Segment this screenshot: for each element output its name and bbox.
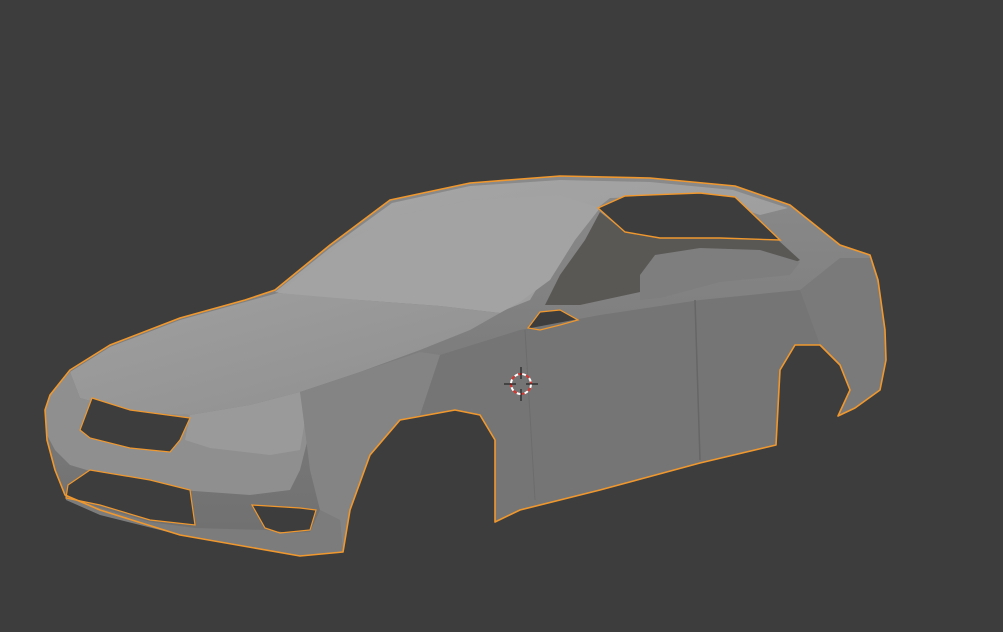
viewport-canvas[interactable] [0, 0, 1003, 632]
car-body-mesh[interactable] [44, 175, 887, 557]
3d-viewport[interactable] [0, 0, 1003, 632]
